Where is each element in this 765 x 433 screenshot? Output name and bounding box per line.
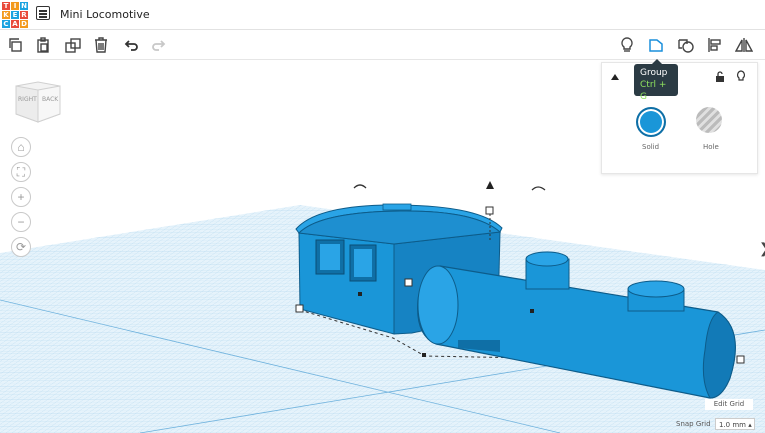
tooltip-shortcut: Ctrl + G — [640, 80, 667, 102]
solid-swatch[interactable] — [636, 107, 666, 137]
snap-grid-label: Snap Grid — [676, 420, 711, 428]
collapse-icon[interactable] — [610, 73, 620, 81]
ungroup-icon[interactable] — [675, 34, 697, 56]
visibility-bulb-icon[interactable] — [736, 70, 746, 83]
logo-letter: K — [2, 11, 10, 19]
solid-label: Solid — [642, 143, 660, 151]
panel-expand-icon[interactable]: ❯ — [759, 240, 765, 257]
zoom-in-icon[interactable]: + — [11, 187, 31, 207]
logo-letter: A — [11, 20, 19, 28]
logo-letter: T — [2, 2, 10, 10]
duplicate-icon[interactable] — [62, 34, 84, 56]
logo-letter: N — [20, 2, 28, 10]
lock-icon[interactable] — [715, 71, 725, 83]
copy-icon[interactable] — [4, 34, 26, 56]
align-icon[interactable] — [704, 34, 726, 56]
logo-letter: D — [20, 20, 28, 28]
lightbulb-icon[interactable] — [616, 34, 638, 56]
zoom-out-icon[interactable]: − — [11, 212, 31, 232]
tooltip-title: Group — [640, 68, 668, 78]
orbit-icon[interactable]: ⟳ — [11, 237, 31, 257]
view-cube-right-label: RIGHT — [18, 96, 37, 103]
edit-grid-button[interactable]: Edit Grid — [705, 399, 753, 410]
paste-icon[interactable] — [32, 34, 54, 56]
logo-letter: C — [2, 20, 10, 28]
group-icon[interactable] — [645, 34, 667, 56]
hole-label: Hole — [703, 143, 719, 151]
design-title[interactable]: Mini Locomotive — [60, 8, 150, 21]
fit-view-icon[interactable]: ⛶ — [11, 162, 31, 182]
hole-swatch[interactable] — [696, 107, 722, 133]
mirror-icon[interactable] — [733, 34, 755, 56]
menu-icon[interactable] — [36, 6, 50, 20]
logo-letter: I — [11, 2, 19, 10]
undo-icon[interactable] — [120, 34, 142, 56]
tinkercad-logo[interactable]: TIN KER CAD — [2, 2, 28, 28]
delete-icon[interactable] — [90, 34, 112, 56]
height-arrow — [486, 181, 494, 189]
view-cube-back-label: BACK — [42, 96, 59, 103]
redo-icon[interactable] — [148, 34, 170, 56]
view-cube[interactable]: RIGHT BACK — [14, 80, 62, 124]
home-icon[interactable]: ⌂ — [11, 137, 31, 157]
snap-grid-select[interactable]: 1.0 mm ▴ — [715, 418, 755, 430]
toolbar — [0, 30, 765, 60]
top-bar: TIN KER CAD Mini Locomotive — [0, 0, 765, 30]
group-tooltip: Group Ctrl + G — [634, 59, 678, 102]
shape-inspector: Solid Hole — [601, 62, 758, 174]
logo-letter: R — [20, 11, 28, 19]
logo-letter: E — [11, 11, 19, 19]
